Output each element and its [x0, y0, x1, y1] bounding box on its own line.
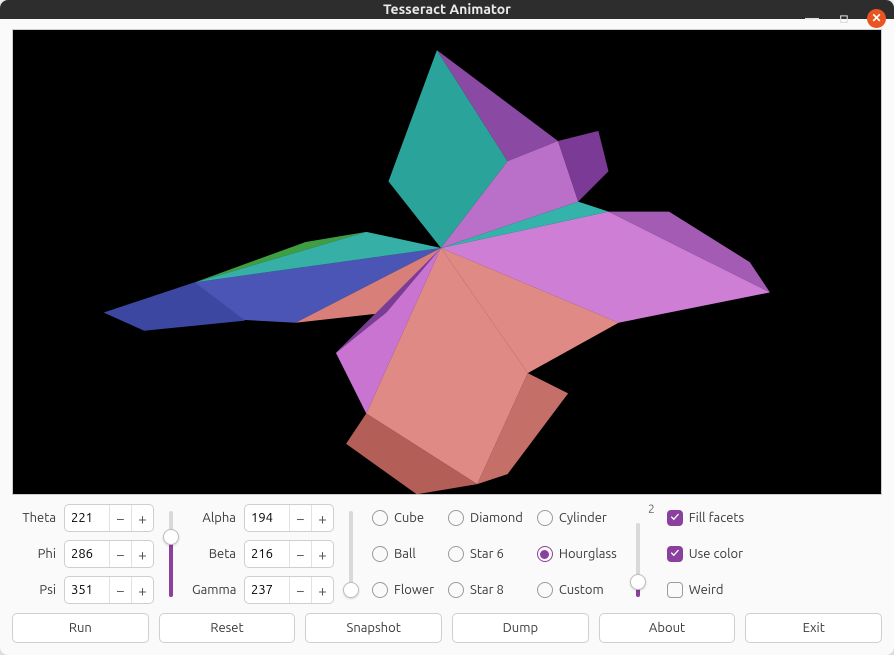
checkbox-icon: [667, 546, 683, 562]
alpha-input[interactable]: [245, 511, 289, 525]
snapshot-button[interactable]: Snapshot: [305, 613, 442, 643]
phi-input[interactable]: [65, 547, 109, 561]
alpha-incr[interactable]: +: [311, 504, 333, 532]
gamma-incr[interactable]: +: [311, 576, 333, 604]
shape-radio-star-8[interactable]: Star 8: [448, 582, 523, 598]
radio-label: Star 8: [470, 583, 504, 597]
psi-incr[interactable]: +: [131, 576, 153, 604]
alpha-stepper[interactable]: − +: [244, 504, 334, 532]
beta-label: Beta: [192, 547, 238, 561]
shape-radio-cylinder[interactable]: Cylinder: [537, 510, 617, 526]
beta-stepper[interactable]: − +: [244, 540, 334, 568]
radio-icon: [372, 546, 388, 562]
beta-incr[interactable]: +: [311, 540, 333, 568]
alpha-label: Alpha: [192, 511, 238, 525]
fill-facets-check[interactable]: Fill facets: [667, 503, 744, 533]
shape-radio-diamond[interactable]: Diamond: [448, 510, 523, 526]
psi-label: Psi: [12, 583, 58, 597]
shape-radio-ball[interactable]: Ball: [372, 546, 434, 562]
render-viewport[interactable]: [12, 29, 882, 495]
psi-stepper[interactable]: − +: [64, 576, 154, 604]
phi-incr[interactable]: +: [131, 540, 153, 568]
angles1-group: Theta − + Phi − +: [12, 503, 182, 605]
beta-decr[interactable]: −: [289, 540, 311, 568]
radio-icon: [537, 546, 553, 562]
shape-radio-star-6[interactable]: Star 6: [448, 546, 523, 562]
shape-radio-group: Cube Diamond Cylinder Ball Star 6 Hourglass Fl…: [372, 503, 617, 605]
beta-input[interactable]: [245, 547, 289, 561]
window-title: Tesseract Animator: [383, 1, 511, 17]
radio-label: Star 6: [470, 547, 504, 561]
angles2-slider[interactable]: [340, 503, 362, 605]
radio-label: Diamond: [470, 511, 523, 525]
checkbox-icon: [667, 510, 683, 526]
tesseract-render: [13, 30, 881, 494]
shape-radio-flower[interactable]: Flower: [372, 582, 434, 598]
gamma-stepper[interactable]: − +: [244, 576, 334, 604]
use-color-check[interactable]: Use color: [667, 539, 744, 569]
use-color-label: Use color: [689, 547, 743, 561]
close-icon[interactable]: ✕: [867, 9, 886, 28]
detail-group: 2: [627, 503, 657, 605]
theta-incr[interactable]: +: [131, 504, 153, 532]
alpha-decr[interactable]: −: [289, 504, 311, 532]
app-window: Tesseract Animator — ◻ ✕: [0, 0, 894, 655]
checks-group: Fill facets Use color Weird: [667, 503, 744, 605]
buttons-row: Run Reset Snapshot Dump About Exit: [12, 613, 882, 643]
radio-label: Ball: [394, 547, 416, 561]
maximize-icon[interactable]: ◻: [835, 9, 853, 27]
detail-slider[interactable]: [627, 515, 649, 605]
psi-input[interactable]: [65, 583, 109, 597]
weird-check[interactable]: Weird: [667, 575, 744, 605]
gamma-decr[interactable]: −: [289, 576, 311, 604]
shape-radio-cube[interactable]: Cube: [372, 510, 434, 526]
radio-icon: [448, 510, 464, 526]
run-button[interactable]: Run: [12, 613, 149, 643]
gamma-input[interactable]: [245, 583, 289, 597]
phi-label: Phi: [12, 547, 58, 561]
theta-label: Theta: [12, 511, 58, 525]
shape-radio-custom[interactable]: Custom: [537, 582, 617, 598]
weird-label: Weird: [689, 583, 724, 597]
radio-icon: [372, 510, 388, 526]
phi-decr[interactable]: −: [109, 540, 131, 568]
phi-stepper[interactable]: − +: [64, 540, 154, 568]
fill-facets-label: Fill facets: [689, 511, 744, 525]
exit-button[interactable]: Exit: [745, 613, 882, 643]
dump-button[interactable]: Dump: [452, 613, 589, 643]
radio-icon: [448, 582, 464, 598]
radio-label: Cube: [394, 511, 424, 525]
radio-label: Flower: [394, 583, 434, 597]
reset-button[interactable]: Reset: [159, 613, 296, 643]
shape-radio-hourglass[interactable]: Hourglass: [537, 546, 617, 562]
controls-row: Theta − + Phi − +: [12, 503, 882, 605]
radio-label: Hourglass: [559, 547, 617, 561]
radio-icon: [372, 582, 388, 598]
radio-label: Cylinder: [559, 511, 607, 525]
theta-stepper[interactable]: − +: [64, 504, 154, 532]
radio-icon: [537, 510, 553, 526]
theta-decr[interactable]: −: [109, 504, 131, 532]
radio-icon: [448, 546, 464, 562]
angles2-group: Alpha − + Beta − +: [192, 503, 362, 605]
minimize-icon[interactable]: —: [803, 9, 821, 27]
radio-label: Custom: [559, 583, 604, 597]
titlebar: Tesseract Animator — ◻ ✕: [0, 0, 894, 19]
content-area: Theta − + Phi − +: [0, 19, 894, 655]
angles1-slider[interactable]: [160, 503, 182, 605]
gamma-label: Gamma: [192, 583, 238, 597]
about-button[interactable]: About: [599, 613, 736, 643]
checkbox-icon: [667, 582, 683, 598]
psi-decr[interactable]: −: [109, 576, 131, 604]
radio-icon: [537, 582, 553, 598]
theta-input[interactable]: [65, 511, 109, 525]
